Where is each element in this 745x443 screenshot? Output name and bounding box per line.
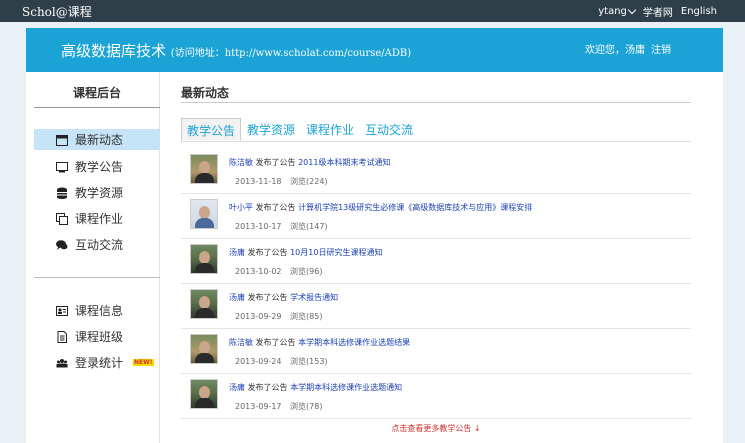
announcement-title-link[interactable]: 2011级本科期末考试通知 (298, 158, 390, 167)
list-item: 汤庸 发布了公告 本学期本科选修课作业选题通知 2013-09-17 浏览(78… (181, 374, 691, 419)
action-text: 发布了公告 (255, 158, 296, 167)
sidebar-item-course-class[interactable]: 课程班级 (34, 326, 160, 347)
author-link[interactable]: 叶小平 (229, 203, 253, 212)
sidebar-item-login-stats[interactable]: 登录统计 NEW! (34, 352, 160, 373)
sidebar-item-label: 教学公告 (75, 160, 124, 174)
database-icon (56, 187, 68, 199)
sidebar-item-label: 登录统计 (75, 356, 124, 370)
tab-discussion[interactable]: 互动交流 (360, 118, 418, 141)
brand-logo[interactable]: Schol@课程 (22, 3, 92, 20)
avatar[interactable] (190, 289, 218, 319)
action-text: 发布了公告 (247, 383, 288, 392)
view-count: 浏览(96) (290, 267, 323, 276)
view-count: 浏览(78) (290, 402, 323, 411)
action-text: 发布了公告 (247, 293, 288, 302)
section-title: 最新动态 (181, 84, 691, 103)
sidebar-item-discussion[interactable]: 互动交流 (34, 234, 160, 255)
course-banner: 高级数据库技术 (访问地址：http://www.scholat.com/cou… (26, 28, 723, 72)
avatar[interactable] (190, 379, 218, 409)
action-text: 发布了公告 (247, 248, 288, 257)
sidebar: 课程后台 最新动态 教学公告 教学资源 课程作业 互动交流 课程信息 课程班级 … (26, 72, 160, 443)
more-announcements-link[interactable]: 点击查看更多教学公告 ↓ (181, 423, 691, 434)
list-item: 陈洁敏 发布了公告 本学期本科选修课作业选题结果 2013-09-24 浏览(1… (181, 329, 691, 374)
post-date: 2013-10-02 (235, 267, 282, 276)
username: ytang (598, 6, 627, 17)
view-count: 浏览(224) (290, 177, 328, 186)
user-menu[interactable]: ytang (598, 5, 637, 17)
post-date: 2013-09-29 (235, 312, 282, 321)
sidebar-item-label: 课程作业 (75, 212, 124, 226)
course-title: 高级数据库技术 (访问地址：http://www.scholat.com/cou… (61, 40, 411, 61)
content-area: 最新动态 教学公告 教学资源 课程作业 互动交流 陈洁敏 发布了公告 2011级… (181, 72, 691, 443)
view-count: 浏览(153) (290, 357, 328, 366)
sidebar-item-label: 教学资源 (75, 186, 124, 200)
announcement-title-link[interactable]: 计算机学院13级研究生必修课《高级数据库技术与应用》课程安排 (298, 203, 532, 212)
sidebar-item-label: 最新动态 (75, 133, 124, 147)
sidebar-item-latest[interactable]: 最新动态 (34, 129, 160, 150)
monitor-icon (56, 161, 68, 173)
author-link[interactable]: 汤庸 (229, 383, 245, 392)
sidebar-item-label: 课程班级 (75, 330, 124, 344)
top-bar: Schol@课程 ytang 学者网 English (0, 0, 745, 22)
chevron-down-icon (627, 5, 637, 15)
calendar-icon (56, 134, 68, 146)
author-link[interactable]: 汤庸 (229, 248, 245, 257)
english-link[interactable]: English (681, 6, 717, 17)
author-link[interactable]: 汤庸 (229, 293, 245, 302)
list-item: 汤庸 发布了公告 学术报告通知 2013-09-29 浏览(85) (181, 284, 691, 329)
scholar-link[interactable]: 学者网 (643, 4, 673, 19)
avatar[interactable] (190, 334, 218, 364)
action-text: 发布了公告 (255, 203, 296, 212)
avatar[interactable] (190, 244, 218, 274)
tab-resources[interactable]: 教学资源 (242, 118, 300, 141)
author-link[interactable]: 陈洁敏 (229, 338, 253, 347)
announcement-title-link[interactable]: 学术报告通知 (290, 293, 338, 302)
announcement-title-link[interactable]: 本学期本科选修课作业选题通知 (290, 383, 402, 392)
sidebar-heading: 课程后台 (34, 84, 160, 108)
main-panel: 课程后台 最新动态 教学公告 教学资源 课程作业 互动交流 课程信息 课程班级 … (26, 72, 723, 443)
post-date: 2013-10-17 (235, 222, 282, 231)
announcement-title-link[interactable]: 10月10日研究生课程通知 (290, 248, 382, 257)
welcome-text: 欢迎您，汤庸 (585, 45, 645, 56)
author-link[interactable]: 陈洁敏 (229, 158, 253, 167)
list-item: 叶小平 发布了公告 计算机学院13级研究生必修课《高级数据库技术与应用》课程安排… (181, 194, 691, 239)
logout-link[interactable]: 注销 (651, 41, 671, 56)
action-text: 发布了公告 (255, 338, 296, 347)
avatar[interactable] (190, 199, 218, 229)
id-card-icon (56, 305, 68, 317)
top-links: ytang 学者网 English (598, 4, 717, 19)
post-date: 2013-09-24 (235, 357, 282, 366)
sidebar-item-course-info[interactable]: 课程信息 (34, 300, 160, 321)
copy-icon (56, 212, 68, 225)
course-name: 高级数据库技术 (61, 42, 167, 60)
sidebar-item-announcements[interactable]: 教学公告 (34, 156, 160, 177)
tab-announcements[interactable]: 教学公告 (181, 118, 242, 141)
sidebar-item-homework[interactable]: 课程作业 (34, 208, 160, 229)
tab-bar: 教学公告 教学资源 课程作业 互动交流 (181, 118, 691, 142)
users-icon (56, 357, 68, 369)
sidebar-item-label: 互动交流 (75, 238, 124, 252)
sidebar-divider (34, 277, 160, 278)
chat-icon (56, 239, 68, 251)
list-item: 汤庸 发布了公告 10月10日研究生课程通知 2013-10-02 浏览(96) (181, 239, 691, 284)
tab-homework[interactable]: 课程作业 (301, 118, 359, 141)
post-date: 2013-11-18 (235, 177, 282, 186)
view-count: 浏览(85) (290, 312, 323, 321)
view-count: 浏览(147) (290, 222, 328, 231)
post-date: 2013-09-17 (235, 402, 282, 411)
announcement-list: 陈洁敏 发布了公告 2011级本科期末考试通知 2013-11-18 浏览(22… (181, 149, 691, 419)
document-icon (56, 330, 68, 343)
sidebar-item-resources[interactable]: 教学资源 (34, 182, 160, 203)
new-badge: NEW! (133, 359, 154, 366)
avatar[interactable] (190, 154, 218, 184)
welcome-area: 欢迎您，汤庸 注销 (585, 41, 671, 56)
course-url: (访问地址：http://www.scholat.com/course/ADB) (170, 48, 412, 59)
announcement-title-link[interactable]: 本学期本科选修课作业选题结果 (298, 338, 410, 347)
list-item: 陈洁敏 发布了公告 2011级本科期末考试通知 2013-11-18 浏览(22… (181, 149, 691, 194)
sidebar-item-label: 课程信息 (75, 304, 124, 318)
